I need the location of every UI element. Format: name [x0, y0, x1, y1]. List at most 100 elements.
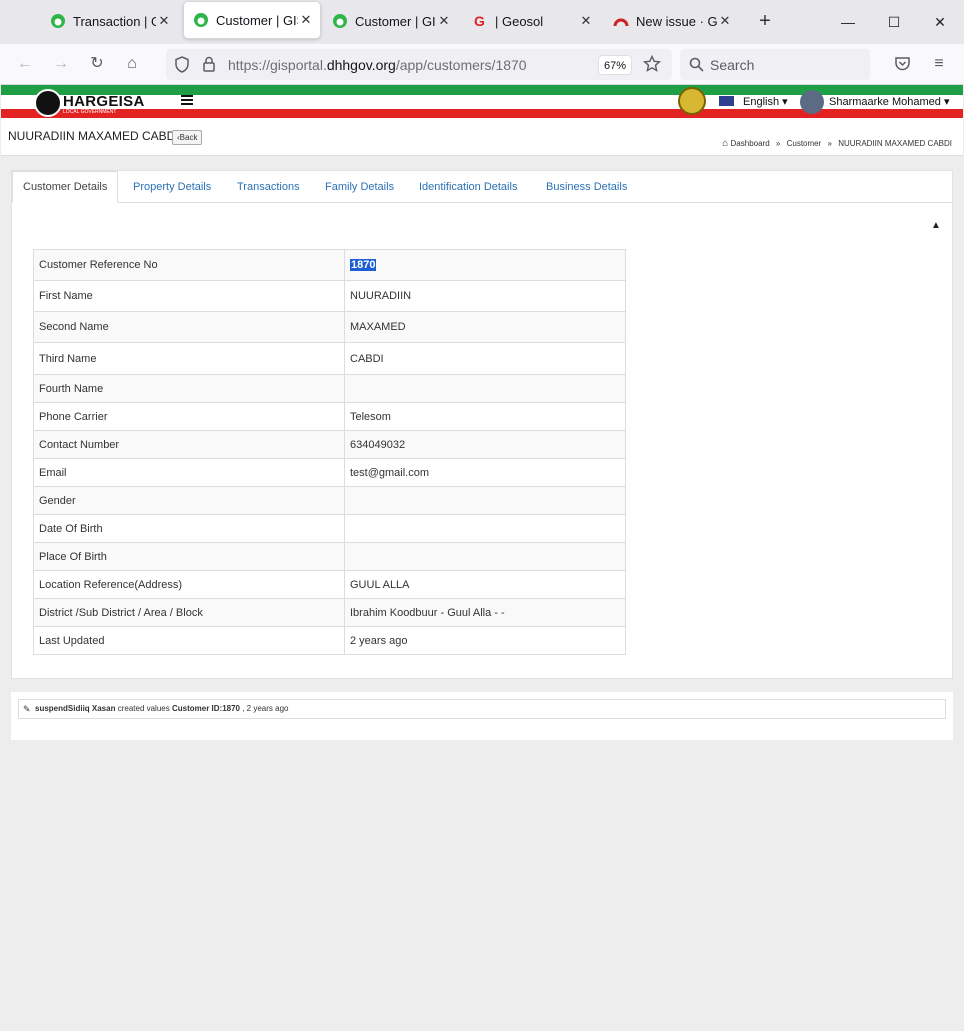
pocket-icon[interactable] — [894, 56, 911, 72]
home-icon[interactable]: ⌂ — [122, 54, 142, 74]
tab-transactions[interactable]: Transactions — [237, 181, 300, 193]
detail-tabs: Customer Details Property Details Transa… — [12, 171, 952, 203]
menu-icon[interactable]: ≡ — [929, 54, 949, 74]
tab-identification-details[interactable]: Identification Details — [419, 181, 517, 193]
detail-label: Date Of Birth — [33, 514, 345, 543]
new-tab-icon[interactable]: + — [754, 10, 776, 32]
avatar[interactable] — [800, 90, 824, 114]
table-row: Gender — [33, 486, 626, 515]
detail-label: First Name — [33, 280, 345, 312]
browser-tab-bar: Transaction | GIS ✕ Customer | GIS ✕ Cus… — [0, 0, 964, 44]
search-placeholder: Search — [710, 57, 755, 73]
table-row: Email test@gmail.com — [33, 458, 626, 487]
search-bar[interactable]: Search — [680, 49, 870, 80]
lock-icon[interactable] — [202, 56, 216, 72]
search-icon — [689, 57, 704, 72]
user-menu[interactable]: Sharmaarke Mohamed ▾ — [829, 95, 949, 108]
breadcrumb-current: NUURADIIN MAXAMED CABDI — [838, 139, 952, 148]
minimize-icon[interactable]: — — [838, 12, 858, 32]
back-arrow-icon[interactable]: ← — [15, 54, 35, 74]
chevron-up-icon[interactable]: ▲ — [931, 220, 941, 231]
detail-label: Customer Reference No — [33, 249, 345, 281]
detail-label: Location Reference(Address) — [33, 570, 345, 599]
detail-value — [344, 374, 626, 403]
browser-tab-5[interactable]: New issue · GIS ✕ — [613, 0, 733, 42]
detail-value — [344, 542, 626, 571]
close-tab-icon[interactable]: ✕ — [578, 13, 594, 29]
url-text[interactable]: https://gisportal.dhhgov.org/app/custome… — [228, 57, 527, 73]
breadcrumb-customer[interactable]: Customer — [787, 139, 822, 148]
selected-reference-number[interactable]: 1870 — [350, 259, 377, 271]
logo-icon[interactable] — [34, 89, 62, 117]
redmine-icon — [613, 18, 629, 27]
breadcrumb-separator: » — [827, 139, 832, 148]
address-bar[interactable]: https://gisportal.dhhgov.org/app/custome… — [166, 49, 672, 80]
detail-label: Gender — [33, 486, 345, 515]
close-tab-icon[interactable]: ✕ — [298, 12, 314, 28]
detail-value: 2 years ago — [344, 626, 626, 655]
detail-label: Place Of Birth — [33, 542, 345, 571]
detail-label: Third Name — [33, 342, 345, 375]
activity-target[interactable]: Customer ID:1870 — [172, 704, 240, 713]
brand-subtitle: LOCAL GOVERNMENT — [63, 109, 117, 115]
browser-tab-4[interactable]: G | Geosol ✕ — [472, 0, 594, 42]
back-button[interactable]: ‹Back — [172, 130, 203, 145]
brand-name[interactable]: HARGEISA — [63, 93, 145, 110]
browser-nav-bar: ← → ↻ ⌂ https://gisportal.dhhgov.org/app… — [0, 44, 964, 85]
svg-text:G: G — [474, 13, 485, 29]
detail-value: 634049032 — [344, 430, 626, 459]
maximize-icon[interactable]: ☐ — [884, 12, 904, 32]
uk-flag-icon — [719, 96, 734, 106]
home-icon: ⌂ — [722, 138, 729, 149]
detail-label: Contact Number — [33, 430, 345, 459]
tab-family-details[interactable]: Family Details — [325, 181, 394, 193]
browser-tab-title: Transaction | GIS — [73, 13, 156, 29]
shield-icon[interactable] — [174, 56, 190, 73]
detail-label: Last Updated — [33, 626, 345, 655]
reload-icon[interactable]: ↻ — [87, 54, 107, 74]
table-row: Fourth Name — [33, 374, 626, 403]
emblem-icon — [678, 87, 706, 115]
browser-tab-1[interactable]: Transaction | GIS ✕ — [50, 0, 172, 42]
activity-time: , 2 years ago — [242, 704, 289, 713]
close-tab-icon[interactable]: ✕ — [436, 13, 452, 29]
close-tab-icon[interactable]: ✕ — [156, 13, 172, 29]
activity-card: ✎ suspendSidiiq Xasan created values Cus… — [11, 692, 953, 740]
browser-tab-2[interactable]: Customer | GIS ✕ — [183, 1, 321, 39]
table-row: Third Name CABDI — [33, 342, 626, 375]
language-selector[interactable]: English ▾ — [743, 95, 788, 108]
browser-tab-3[interactable]: Customer | GIS ✕ — [332, 0, 452, 42]
tab-property-details[interactable]: Property Details — [133, 181, 211, 193]
detail-label: Email — [33, 458, 345, 487]
detail-value: Ibrahim Koodbuur - Guul Alla - - — [344, 598, 626, 627]
table-row: Last Updated 2 years ago — [33, 626, 626, 655]
browser-tab-title: New issue · GIS — [636, 13, 717, 29]
activity-user[interactable]: suspendSidiiq Xasan — [35, 704, 115, 713]
table-row: Contact Number 634049032 — [33, 430, 626, 459]
activity-entry: ✎ suspendSidiiq Xasan created values Cus… — [18, 699, 946, 719]
table-row: Place Of Birth — [33, 542, 626, 571]
hamburger-menu-icon[interactable] — [181, 95, 193, 105]
tab-customer-details[interactable]: Customer Details — [12, 171, 119, 203]
forward-arrow-icon[interactable]: → — [51, 54, 71, 74]
detail-label: District /Sub District / Area / Block — [33, 598, 345, 627]
gis-leaf-icon — [333, 14, 347, 28]
zoom-level[interactable]: 67% — [598, 55, 632, 75]
bookmark-star-icon[interactable] — [643, 55, 661, 73]
page-title-bar: NUURADIIN MAXAMED CABDI ‹Back ⌂ Dashboar… — [1, 118, 963, 156]
detail-value: CABDI — [344, 342, 626, 375]
breadcrumb-separator: » — [775, 139, 781, 148]
breadcrumb-dashboard[interactable]: Dashboard — [731, 139, 770, 148]
browser-tab-title: Customer | GIS — [216, 12, 298, 28]
detail-value — [344, 514, 626, 543]
edit-icon: ✎ — [23, 704, 31, 714]
detail-label: Second Name — [33, 311, 345, 343]
google-g-icon: G — [474, 13, 485, 29]
table-row: Second Name MAXAMED — [33, 311, 626, 343]
close-tab-icon[interactable]: ✕ — [717, 13, 733, 29]
gis-leaf-icon — [51, 14, 65, 28]
tab-business-details[interactable]: Business Details — [546, 181, 627, 193]
detail-value — [344, 486, 626, 515]
detail-value: MAXAMED — [344, 311, 626, 343]
close-window-icon[interactable]: ✕ — [930, 12, 950, 32]
